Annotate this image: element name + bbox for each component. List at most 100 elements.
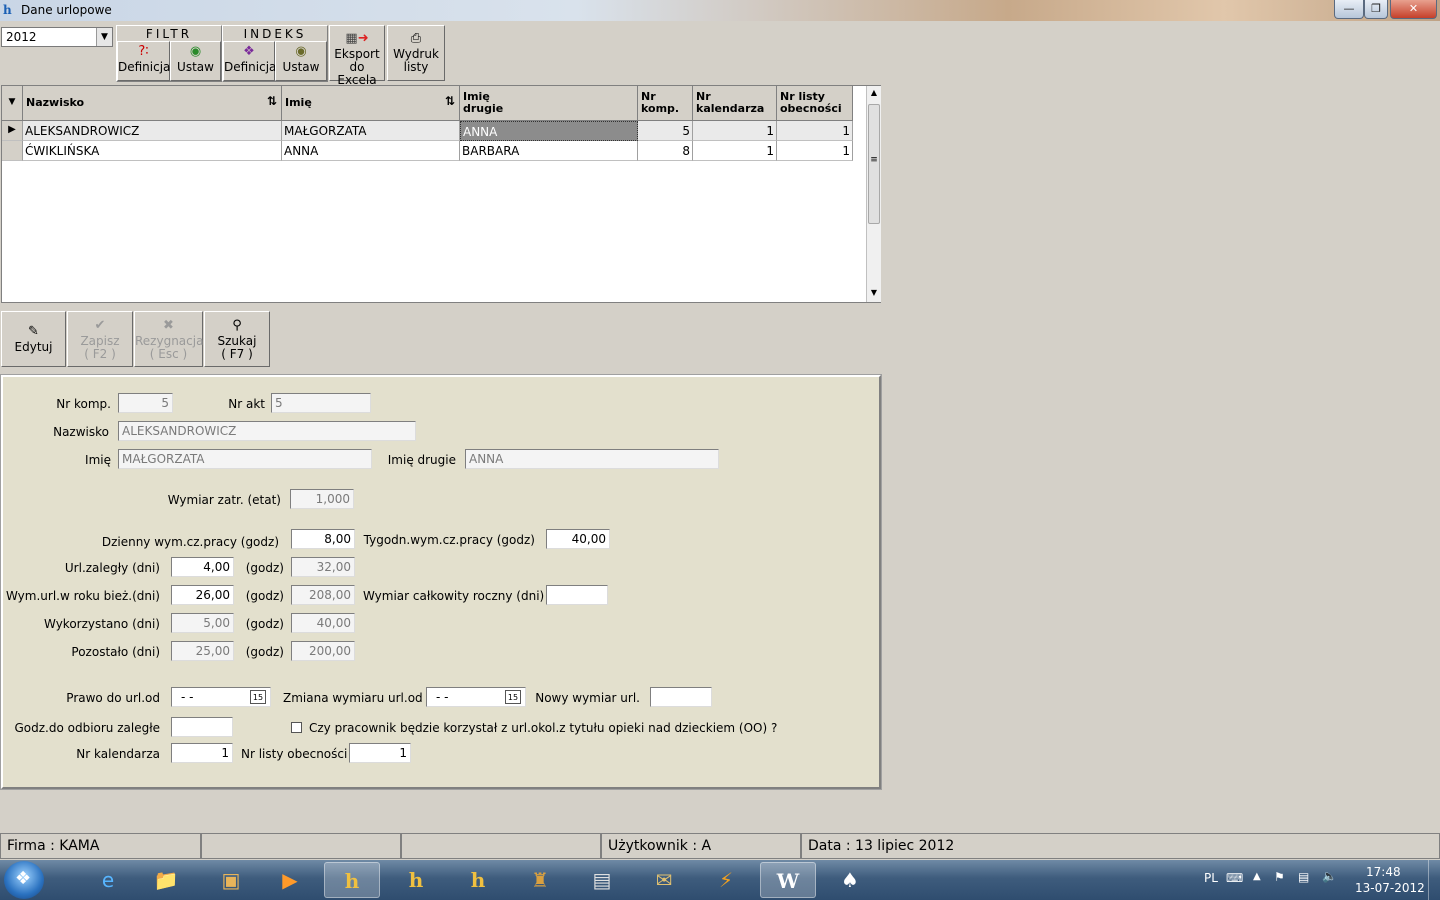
cell-nr-listy[interactable]: 1 <box>777 121 853 141</box>
cell-nr-komp[interactable]: 5 <box>638 121 693 141</box>
maximize-button[interactable]: ❐ <box>1364 0 1388 19</box>
scroll-down-icon[interactable]: ▼ <box>867 288 881 297</box>
table-row[interactable]: ▶ ALEKSANDROWICZ MAŁGORZATA ANNA 5 1 1 <box>2 121 853 141</box>
year-select[interactable]: 2012 ▼ <box>1 27 113 47</box>
imie-drugie-field[interactable]: ANNA <box>465 449 719 469</box>
taskbar-files-icon[interactable]: ✉ <box>636 862 692 898</box>
cell-nr-kalendarza[interactable]: 1 <box>693 141 777 161</box>
calendar-icon[interactable]: 15 <box>250 690 266 704</box>
sort-icon[interactable]: ⇅ <box>267 95 277 107</box>
col-header-imie[interactable]: Imię ⇅ <box>282 86 460 121</box>
status-uzytkownik: Użytkownik : A <box>601 833 801 859</box>
tray-expand-icon[interactable]: ▲ <box>1253 871 1261 882</box>
zapisz-button[interactable]: ✔ Zapisz ( F2 ) <box>67 311 133 367</box>
col-header-nazwisko[interactable]: Nazwisko ⇅ <box>23 86 282 121</box>
nazwisko-field[interactable]: ALEKSANDROWICZ <box>118 421 416 441</box>
cell-nr-listy[interactable]: 1 <box>777 141 853 161</box>
network-icon[interactable]: ▤ <box>1298 870 1309 884</box>
scroll-thumb[interactable]: ≡ <box>868 104 880 224</box>
show-desktop-button[interactable] <box>1428 860 1440 900</box>
url-zalegly-dni-field[interactable]: 4,00 <box>171 557 234 577</box>
prawo-label: Prawo do url.od <box>66 691 160 705</box>
taskbar-app-h-active-icon[interactable]: h <box>324 862 380 898</box>
minimize-button[interactable]: — <box>1334 0 1364 19</box>
taskbar-explorer-icon[interactable]: 📁 <box>138 862 194 898</box>
cell-nr-komp[interactable]: 8 <box>638 141 693 161</box>
taskbar-word-icon[interactable]: W <box>760 862 816 898</box>
employee-grid[interactable]: ▼ Nazwisko ⇅ Imię ⇅ Imię drugie Nr komp.… <box>1 85 881 303</box>
table-row[interactable]: ĆWIKLIŃSKA ANNA BARBARA 8 1 1 <box>2 141 853 161</box>
clock-date[interactable]: 13-07-2012 <box>1355 881 1425 895</box>
nr-komp-field[interactable]: 5 <box>118 393 173 413</box>
godz-label: (godz) <box>245 561 284 575</box>
taskbar-helmet-icon[interactable]: ♜ <box>512 862 568 898</box>
col-header-nr-listy[interactable]: Nr listy obecności <box>777 86 853 121</box>
taskbar-solitaire-icon[interactable]: ♠ <box>822 862 878 898</box>
app-icon: h <box>3 3 12 17</box>
col-header-nr-kalendarza[interactable]: Nr kalendarza <box>693 86 777 121</box>
taskbar-internet-explorer-icon[interactable]: e <box>80 862 136 898</box>
edytuj-button[interactable]: ✎ Edytuj <box>1 311 66 367</box>
calendar-icon[interactable]: 15 <box>505 690 521 704</box>
opieka-checkbox[interactable] <box>291 722 302 733</box>
close-button[interactable]: ✕ <box>1390 0 1437 19</box>
language-indicator[interactable]: PL <box>1204 871 1218 885</box>
szukaj-button[interactable]: ⚲ Szukaj ( F7 ) <box>204 311 270 367</box>
indeks-definicja-button[interactable]: ❖ Definicja <box>223 41 276 81</box>
nr-kalendarza-field[interactable]: 1 <box>171 743 233 763</box>
target-icon: ◉ <box>189 44 202 59</box>
tygodn-field[interactable]: 40,00 <box>546 529 610 549</box>
wykorzystano-dni-field[interactable]: 5,00 <box>171 613 234 633</box>
dzienny-field[interactable]: 8,00 <box>291 529 355 549</box>
cell-imie[interactable]: MAŁGORZATA <box>282 121 460 141</box>
pozostalo-godz-field[interactable]: 200,00 <box>291 641 355 661</box>
cell-nazwisko[interactable]: ĆWIKLIŃSKA <box>23 141 282 161</box>
prawo-date-field[interactable]: - - 15 <box>171 687 271 707</box>
taskbar-archive-icon[interactable]: ▤ <box>574 862 630 898</box>
wym-url-godz-field[interactable]: 208,00 <box>291 585 355 605</box>
start-button[interactable]: ❖ <box>4 861 44 899</box>
scroll-up-icon[interactable]: ▲ <box>867 88 881 97</box>
nowy-wymiar-field[interactable] <box>650 687 712 707</box>
wykorzystano-godz-field[interactable]: 40,00 <box>291 613 355 633</box>
volume-icon[interactable]: 🔈 <box>1322 869 1337 883</box>
cell-imie-drugie[interactable]: BARBARA <box>460 141 638 161</box>
taskbar-app-h-icon[interactable]: h <box>450 862 506 898</box>
filtr-ustaw-button[interactable]: ◉ Ustaw <box>170 41 221 81</box>
nr-akt-field[interactable]: 5 <box>271 393 371 413</box>
wydruk-listy-button[interactable]: ⎙ Wydruk listy <box>387 25 445 81</box>
opieka-label: Czy pracownik będzie korzystał z url.oko… <box>309 721 778 735</box>
filtr-definicja-button[interactable]: ?∶ Definicja <box>117 41 170 81</box>
pozostalo-dni-field[interactable]: 25,00 <box>171 641 234 661</box>
grid-scrollbar[interactable]: ▲ ≡ ▼ <box>866 86 881 302</box>
godz-label: (godz) <box>245 645 284 659</box>
taskbar-dosbox-icon[interactable]: ▣ <box>203 862 259 898</box>
col-header-nr-komp[interactable]: Nr komp. <box>638 86 693 121</box>
wymiar-calk-field[interactable] <box>546 585 608 605</box>
taskbar-winamp-icon[interactable]: ⚡ <box>698 862 754 898</box>
cell-nr-kalendarza[interactable]: 1 <box>693 121 777 141</box>
zmiana-date-field[interactable]: - - 15 <box>426 687 526 707</box>
cell-imie[interactable]: ANNA <box>282 141 460 161</box>
indeks-ustaw-button[interactable]: ◉ Ustaw <box>275 41 327 81</box>
grid-menu-header[interactable]: ▼ <box>2 86 23 121</box>
wym-url-dni-field[interactable]: 26,00 <box>171 585 234 605</box>
wymiar-zatr-field[interactable]: 1,000 <box>290 489 354 509</box>
eksport-excel-button[interactable]: ▦➜ Eksport do Excela <box>329 25 385 87</box>
sort-icon[interactable]: ⇅ <box>445 95 455 107</box>
cell-nazwisko[interactable]: ALEKSANDROWICZ <box>23 121 282 141</box>
cell-imie-drugie[interactable]: ANNA <box>460 121 638 141</box>
chevron-down-icon[interactable]: ▼ <box>96 28 112 46</box>
title-bar[interactable]: h Dane urlopowe — ❐ ✕ <box>0 0 1440 21</box>
imie-field[interactable]: MAŁGORZATA <box>118 449 372 469</box>
action-center-flag-icon[interactable]: ⚑ <box>1274 870 1285 884</box>
url-zalegly-godz-field[interactable]: 32,00 <box>291 557 355 577</box>
taskbar-media-player-icon[interactable]: ▶ <box>262 862 318 898</box>
rezygnacja-button[interactable]: ✖ Rezygnacja ( Esc ) <box>134 311 203 367</box>
nr-listy-field[interactable]: 1 <box>349 743 411 763</box>
keyboard-icon[interactable]: ⌨ <box>1226 871 1243 885</box>
col-header-imie-drugie[interactable]: Imię drugie <box>460 86 638 121</box>
clock-time[interactable]: 17:48 <box>1366 865 1401 879</box>
taskbar-app-h-icon[interactable]: h <box>388 862 444 898</box>
godz-odbioru-field[interactable] <box>171 717 233 737</box>
